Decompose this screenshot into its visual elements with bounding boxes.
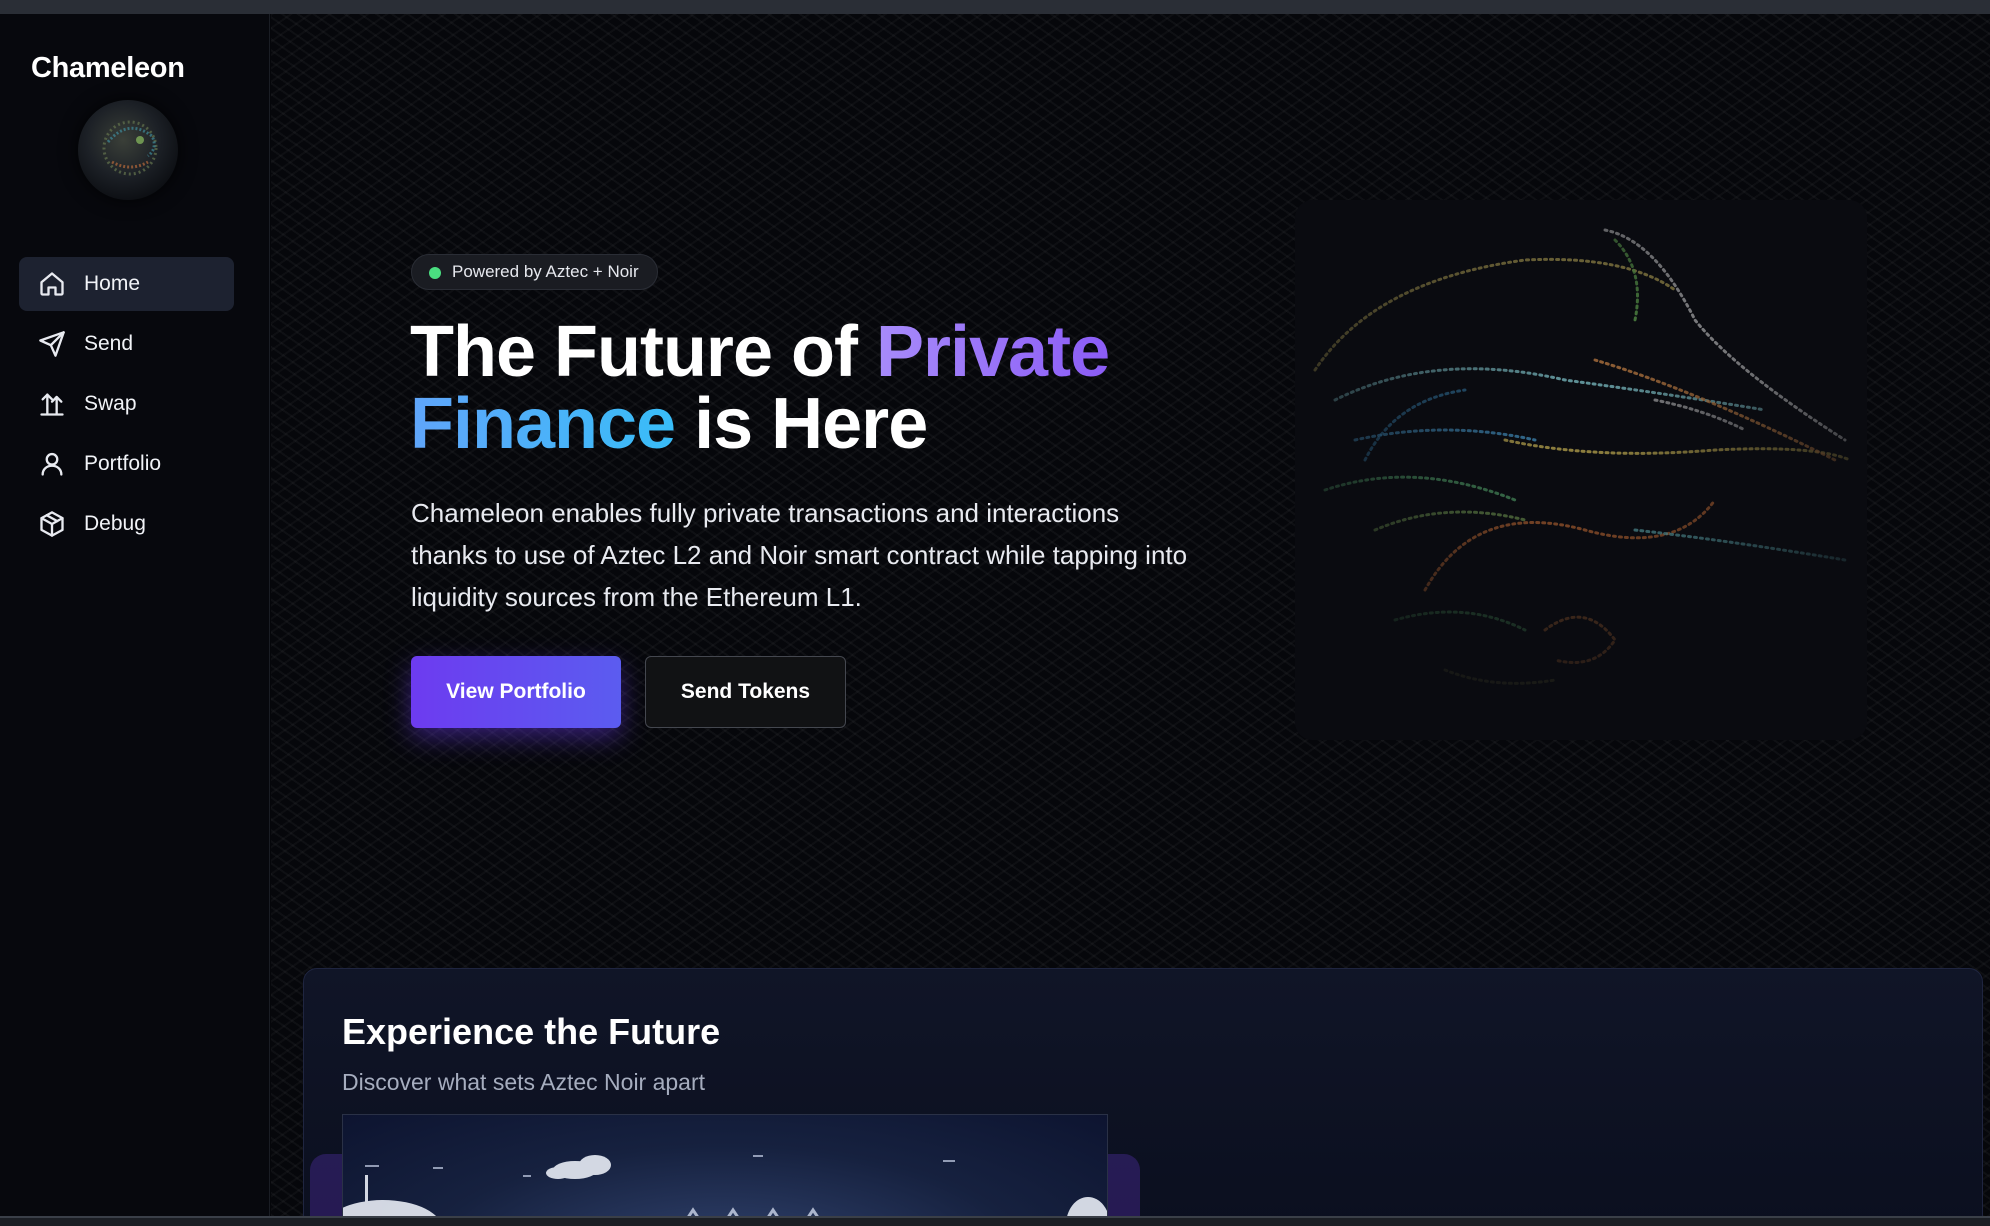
feature-card-image[interactable] bbox=[342, 1114, 1108, 1216]
send-icon bbox=[39, 331, 65, 357]
browser-bottom-bar bbox=[0, 1216, 1990, 1226]
feature-subtitle: Discover what sets Aztec Noir apart bbox=[342, 1069, 706, 1095]
sidebar-item-label: Debug bbox=[84, 512, 146, 535]
status-dot bbox=[429, 267, 441, 279]
headline-highlight-private: Private bbox=[875, 312, 1110, 392]
powered-by-badge: Powered by Aztec + Noir bbox=[411, 254, 658, 290]
home-icon bbox=[40, 272, 64, 296]
view-portfolio-button[interactable]: View Portfolio bbox=[411, 656, 621, 728]
feature-section: Experience the Future Discover what sets… bbox=[303, 968, 1983, 1216]
sidebar-item-portfolio[interactable]: Portfolio bbox=[19, 437, 234, 491]
hero-headline: The Future of Private Finance is Here bbox=[410, 316, 1210, 460]
sidebar-item-label: Home bbox=[84, 272, 141, 295]
hero-description: Chameleon enables fully private transact… bbox=[411, 498, 1188, 612]
send-tokens-button[interactable]: Send Tokens bbox=[645, 656, 846, 728]
sidebar-item-label: Swap bbox=[84, 392, 137, 415]
feature-title: Experience the Future bbox=[342, 1011, 721, 1052]
chameleon-avatar bbox=[78, 100, 178, 200]
headline-part-1: The Future of bbox=[410, 312, 876, 392]
sidebar-item-debug[interactable]: Debug bbox=[19, 497, 234, 551]
sidebar-item-label: Send bbox=[84, 332, 134, 355]
sidebar-item-home[interactable]: Home bbox=[19, 257, 234, 311]
badge-text: Powered by Aztec + Noir bbox=[452, 262, 639, 281]
cube-icon bbox=[40, 511, 64, 537]
user-icon bbox=[41, 452, 63, 476]
sidebar: Chameleon Home Send Swap Portfolio Debug bbox=[0, 14, 270, 1216]
browser-top-bar bbox=[0, 0, 1990, 14]
swap-icon bbox=[40, 393, 64, 416]
sidebar-item-send[interactable]: Send bbox=[19, 317, 234, 371]
sidebar-item-swap[interactable]: Swap bbox=[19, 377, 234, 431]
sidebar-nav: Home Send Swap Portfolio Debug bbox=[19, 257, 234, 557]
headline-part-2: is Here bbox=[675, 384, 928, 464]
main-content: Powered by Aztec + Noir The Future of Pr… bbox=[271, 14, 1990, 1216]
brand-title: Chameleon bbox=[31, 52, 185, 84]
chameleon-illustration bbox=[1295, 200, 1867, 740]
sidebar-item-label: Portfolio bbox=[84, 452, 162, 475]
headline-highlight-finance: Finance bbox=[410, 384, 676, 464]
